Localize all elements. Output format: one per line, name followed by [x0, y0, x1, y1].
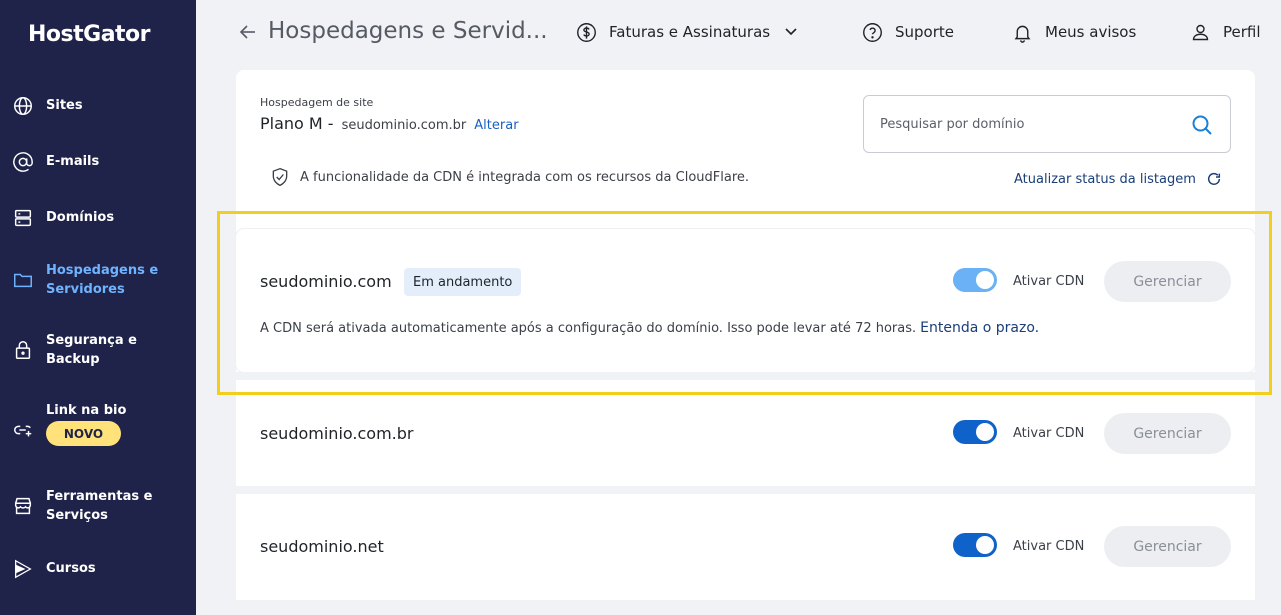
bell-icon [1014, 25, 1031, 43]
toggle-knob [976, 536, 994, 554]
sidebar-item-label: Ferramentas e Serviços [46, 489, 153, 523]
domain-name: seudominio.com.br [260, 424, 414, 443]
billing-menu-label: Faturas e Assinaturas [609, 23, 771, 41]
refresh-status-link[interactable]: Atualizar status da listagem [1014, 171, 1222, 187]
folder-icon [14, 273, 32, 288]
search-icon[interactable] [1190, 113, 1214, 137]
sidebar-item-label: Domínios [46, 210, 115, 225]
sidebar-item-label: Sites [46, 98, 83, 113]
sidebar-item-label: Link na bio [46, 403, 127, 418]
sidebar-item-label: Hospedagens e Servidores [46, 263, 159, 297]
cdn-toggle-label: Ativar CDN [1013, 539, 1085, 554]
domain-card [236, 494, 1255, 600]
cdn-note: A funcionalidade da CDN é integrada com … [270, 166, 749, 188]
manage-button[interactable]: Gerenciar [1104, 261, 1231, 302]
play-icon [15, 559, 32, 579]
domain-name: seudominio.com [260, 272, 392, 291]
refresh-status-label: Atualizar status da listagem [1014, 171, 1196, 187]
change-plan-link[interactable]: Alterar [474, 118, 518, 133]
search-input[interactable] [880, 114, 1180, 134]
toggle-knob [976, 423, 994, 441]
status-badge: Em andamento [404, 268, 522, 296]
support-link[interactable]: Suporte [862, 20, 954, 44]
back-arrow-icon[interactable] [238, 22, 258, 42]
card-separator [236, 486, 1255, 494]
help-circle-icon [863, 22, 882, 42]
at-icon [13, 152, 33, 172]
billing-menu[interactable]: Faturas e Assinaturas [576, 20, 798, 44]
cdn-toggle-label: Ativar CDN [1013, 274, 1085, 289]
plan-domain: seudominio.com.br [341, 118, 467, 133]
card-separator [236, 372, 1255, 380]
store-icon [14, 497, 32, 515]
plan-line: Plano M - seudominio.com.br Alterar [260, 114, 519, 133]
profile-link[interactable]: Perfil [1190, 20, 1261, 44]
cdn-toggle[interactable] [953, 268, 997, 292]
refresh-icon [1207, 172, 1220, 185]
plan-name: Plano M - [260, 114, 334, 133]
domain-search [863, 95, 1231, 153]
server-icon [14, 209, 32, 227]
new-badge: NOVO [46, 421, 121, 446]
cdn-toggle[interactable] [953, 533, 997, 557]
user-icon [1192, 24, 1209, 40]
profile-label: Perfil [1223, 23, 1261, 41]
manage-button[interactable]: Gerenciar [1104, 413, 1231, 454]
link-plus-icon [14, 425, 32, 437]
lock-icon [15, 341, 31, 359]
sidebar-item-label: E-mails [46, 154, 100, 169]
domain-card [236, 229, 1255, 372]
hosting-type-label: Hospedagem de site [260, 96, 374, 109]
page-bottom [236, 600, 1255, 615]
notices-label: Meus avisos [1045, 23, 1137, 41]
domain-name: seudominio.net [260, 537, 384, 556]
toggle-knob [976, 271, 994, 289]
cdn-activation-message: A CDN será ativada automaticamente após … [260, 320, 1039, 336]
dollar-circle-icon [577, 22, 596, 42]
support-label: Suporte [895, 23, 955, 41]
chevron-down-icon [785, 28, 797, 36]
cdn-toggle-label: Ativar CDN [1013, 426, 1085, 441]
cdn-toggle[interactable] [953, 420, 997, 444]
sidebar: HostGator Sites E-mails Domínios Hospeda… [0, 0, 196, 615]
page-title: Hospedagens e Servid... [268, 18, 548, 44]
learn-deadline-link[interactable]: Entenda o prazo. [920, 320, 1039, 336]
shield-check-icon [272, 167, 288, 187]
globe-icon [14, 97, 32, 115]
cdn-activation-text: A CDN será ativada automaticamente após … [260, 321, 917, 336]
hostgator-logo[interactable]: HostGator [28, 22, 151, 47]
sidebar-item-label: Cursos [46, 561, 96, 576]
manage-button[interactable]: Gerenciar [1104, 526, 1231, 567]
sidebar-item-link-bio[interactable]: Link na bio NOVO [0, 401, 196, 461]
notices-link[interactable]: Meus avisos [1012, 20, 1136, 44]
cdn-note-text: A funcionalidade da CDN é integrada com … [300, 169, 750, 185]
sidebar-item-label: Segurança e Backup [46, 333, 137, 367]
